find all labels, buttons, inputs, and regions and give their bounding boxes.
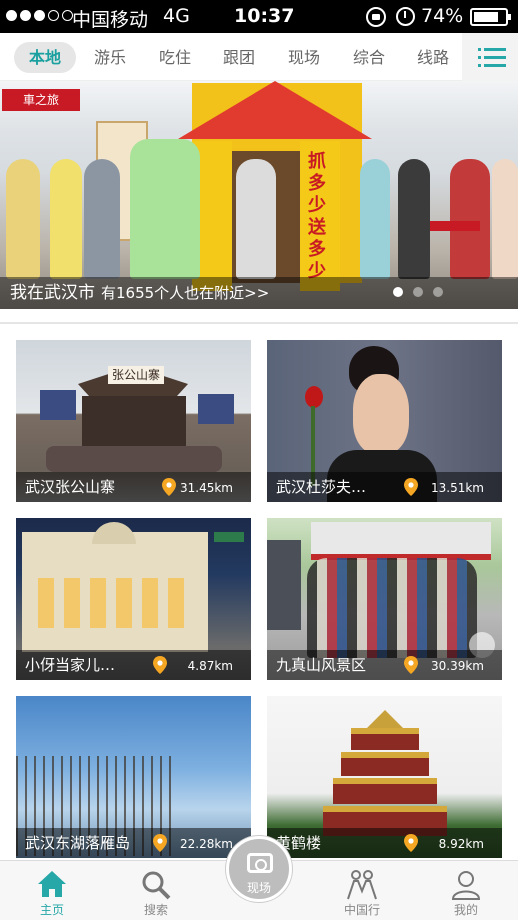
tab-entertainment[interactable]: 游乐 xyxy=(79,42,141,73)
place-name: 武汉杜莎夫… xyxy=(276,478,367,496)
place-distance: 30.39km xyxy=(431,659,484,673)
nav-search[interactable]: 搜索 xyxy=(116,861,196,920)
place-card[interactable]: 九真山风景区 30.39km xyxy=(267,518,502,680)
current-city-text: 我在武汉市 xyxy=(10,283,95,303)
carrier-label: 中国移动 xyxy=(72,9,149,31)
banner-sign-red xyxy=(430,221,480,231)
user-icon xyxy=(451,871,481,900)
place-distance: 13.51km xyxy=(431,481,484,495)
place-distance: 4.87km xyxy=(187,659,233,673)
crowd xyxy=(46,446,222,472)
location-pin-icon xyxy=(153,656,167,674)
tab-group-tour[interactable]: 跟团 xyxy=(208,42,270,73)
section-divider xyxy=(0,322,518,324)
camera-icon xyxy=(247,853,273,873)
nav-home-label: 主页 xyxy=(39,903,64,917)
pagoda-tier xyxy=(341,752,429,776)
place-card[interactable]: 张公山寨 武汉张公山寨 31.45km xyxy=(16,340,251,502)
pagoda-tier xyxy=(333,778,437,804)
place-card[interactable]: 武汉东湖落雁岛 22.28km xyxy=(16,696,251,858)
place-name: 小伢当家儿… xyxy=(25,656,116,674)
status-bar: 中国移动 4G 10:37 74% xyxy=(0,0,518,33)
tab-live[interactable]: 现场 xyxy=(273,42,335,73)
location-pin-icon xyxy=(153,834,167,852)
place-distance: 8.92km xyxy=(438,837,484,851)
wax-figure-face xyxy=(353,374,409,454)
pagoda-tier xyxy=(351,728,419,750)
tab-routes[interactable]: 线路 xyxy=(402,42,464,73)
place-name: 武汉东湖落雁岛 xyxy=(25,834,131,852)
signal-strength-icon xyxy=(6,10,73,21)
network-type: 4G xyxy=(163,5,190,27)
rose xyxy=(305,386,323,408)
nav-mine-label: 我的 xyxy=(453,903,478,917)
billboard xyxy=(198,394,234,424)
tab-general[interactable]: 综合 xyxy=(338,42,400,73)
nearby-people-link[interactable]: 有1655个人也在附近>> xyxy=(101,284,269,302)
banner-person xyxy=(130,139,200,279)
featured-banner[interactable]: 車之旅 抓多少送多少 我在武汉市 有1655个人也在附近>> xyxy=(0,81,518,309)
place-card[interactable]: 武汉杜莎夫… 13.51km xyxy=(267,340,502,502)
banner-person xyxy=(84,159,120,279)
gate-sign: 张公山寨 xyxy=(108,366,164,384)
home-icon xyxy=(38,871,66,897)
banner-page-dot-active[interactable] xyxy=(393,287,403,297)
signpost xyxy=(214,532,244,542)
place-name: 武汉张公山寨 xyxy=(25,478,116,496)
nav-china-travel-label: 中国行 xyxy=(343,903,380,917)
billboard xyxy=(40,390,76,420)
place-name: 九真山风景区 xyxy=(276,656,367,674)
banner-person xyxy=(360,159,390,279)
nav-mine[interactable]: 我的 xyxy=(426,861,506,920)
clock: 10:37 xyxy=(234,5,295,27)
banner-page-dot[interactable] xyxy=(433,287,443,297)
banner-person xyxy=(450,159,490,279)
travelers-icon xyxy=(347,870,377,900)
nav-search-label: 搜索 xyxy=(143,903,168,917)
battery-icon xyxy=(470,8,511,26)
location-pin-icon xyxy=(404,656,418,674)
parked-car xyxy=(267,540,301,630)
place-distance: 31.45km xyxy=(180,481,233,495)
location-pin-icon xyxy=(404,478,418,496)
place-distance: 22.28km xyxy=(180,837,233,851)
orientation-lock-icon xyxy=(366,7,386,27)
camera-button-label: 现场 xyxy=(246,881,271,895)
banner-person xyxy=(492,159,518,279)
building-windows xyxy=(38,578,188,628)
battery-percentage: 74% xyxy=(421,5,464,27)
banner-person xyxy=(50,159,82,279)
banner-page-dot[interactable] xyxy=(413,287,423,297)
banner-person xyxy=(6,159,40,279)
search-icon xyxy=(142,871,171,900)
nav-china-travel[interactable]: 中国行 xyxy=(322,861,402,920)
banner-person xyxy=(236,159,276,279)
tab-food-lodging[interactable]: 吃住 xyxy=(144,42,206,73)
list-menu-icon[interactable] xyxy=(462,33,518,81)
place-card[interactable]: 小伢当家儿… 4.87km xyxy=(16,518,251,680)
tour-bus xyxy=(311,522,491,560)
category-tab-bar: 本地 游乐 吃住 跟团 现场 综合 线路 xyxy=(0,33,518,81)
banner-sign: 車之旅 xyxy=(2,89,80,111)
tourists xyxy=(307,558,477,658)
alarm-icon xyxy=(396,7,415,26)
nav-home[interactable]: 主页 xyxy=(12,861,92,920)
location-pin-icon xyxy=(162,478,176,496)
banner-person xyxy=(398,159,430,279)
banner-booth-text: 抓多少送多少 xyxy=(308,151,326,282)
place-card[interactable]: 黄鹤楼 8.92km xyxy=(267,696,502,858)
camera-button[interactable]: 现场 xyxy=(226,836,292,902)
location-pin-icon xyxy=(404,834,418,852)
tab-local[interactable]: 本地 xyxy=(14,42,76,73)
